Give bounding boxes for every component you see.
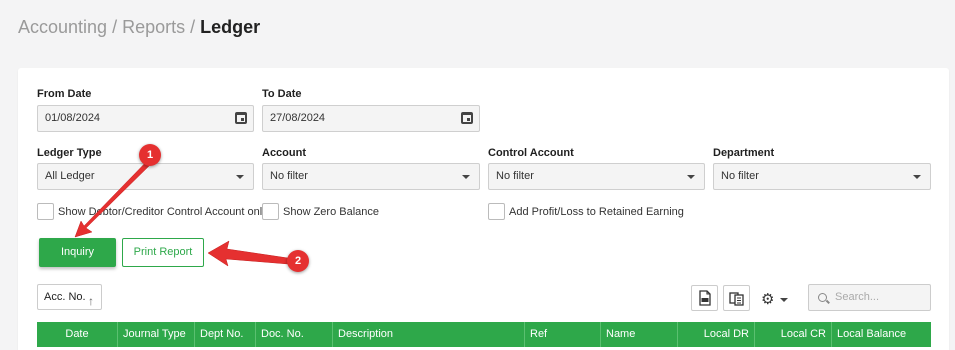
annotation-arrow-2	[207, 240, 289, 267]
annotation-badge-1: 1	[139, 144, 161, 166]
annotation-overlay	[74, 157, 289, 267]
annotation-badge-2: 2	[287, 250, 309, 272]
annotation-arrow-1	[74, 157, 154, 238]
